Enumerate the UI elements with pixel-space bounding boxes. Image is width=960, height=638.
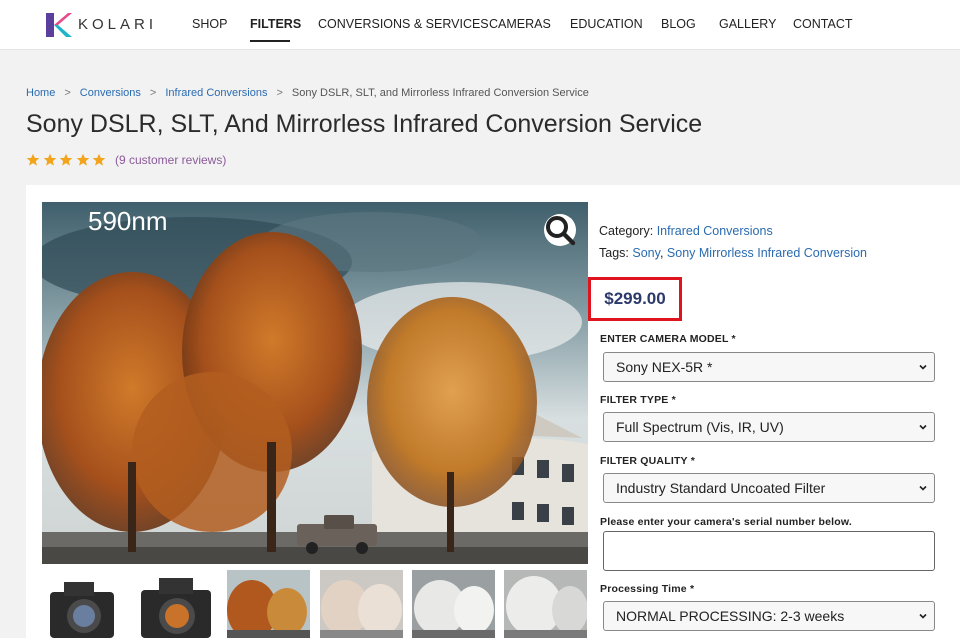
breadcrumb-home[interactable]: Home — [26, 87, 55, 99]
thumbnail[interactable] — [135, 570, 218, 638]
kolari-logo[interactable]: KOLARI — [44, 11, 153, 39]
serial-number-label: Please enter your camera's serial number… — [600, 516, 852, 528]
logo-text: KOLARI — [78, 16, 158, 33]
nav-active-indicator — [250, 40, 290, 42]
filter-type-value: Full Spectrum (Vis, IR, UV) — [616, 419, 784, 435]
thumbnail-strip — [42, 570, 588, 638]
breadcrumb: Home > Conversions > Infrared Conversions > So… — [26, 87, 589, 99]
page-title: Sony DSLR, SLT, And Mirrorless Infrared … — [26, 110, 703, 138]
image-wavelength-label: 590nm — [88, 206, 168, 236]
price-highlight: $299.00 — [588, 277, 682, 321]
tag-link-sony-mirrorless[interactable]: Sony Mirrorless Infrared Conversion — [667, 246, 867, 260]
infrared-thumbnail-image — [412, 570, 495, 638]
product-tags: Tags: Sony, Sony Mirrorless Infrared Con… — [599, 246, 867, 260]
site-header: KOLARI SHOP FILTERS CONVERSIONS & SERVIC… — [0, 0, 960, 50]
filter-type-label: FILTER TYPE * — [600, 394, 676, 406]
breadcrumb-current: Sony DSLR, SLT, and Mirrorless Infrared … — [291, 87, 589, 99]
thumbnail[interactable] — [412, 570, 495, 638]
processing-time-label: Processing Time * — [600, 583, 695, 595]
nav-cameras[interactable]: CAMERAS — [489, 17, 551, 31]
chevron-down-icon — [919, 424, 927, 430]
nav-filters[interactable]: FILTERS — [250, 17, 301, 31]
chevron-down-icon — [919, 485, 927, 491]
nav-shop[interactable]: SHOP — [192, 17, 227, 31]
category-link[interactable]: Infrared Conversions — [657, 224, 773, 238]
camera-model-select[interactable]: Sony NEX-5R * — [603, 352, 935, 382]
thumbnail[interactable] — [227, 570, 310, 638]
breadcrumb-infrared[interactable]: Infrared Conversions — [165, 87, 267, 99]
product-price: $299.00 — [604, 289, 666, 308]
processing-time-value: NORMAL PROCESSING: 2-3 weeks — [616, 608, 845, 624]
nav-education[interactable]: EDUCATION — [570, 17, 643, 31]
reviews-link[interactable]: (9 customer reviews) — [115, 153, 226, 167]
nav-contact[interactable]: CONTACT — [793, 17, 853, 31]
filter-quality-value: Industry Standard Uncoated Filter — [616, 480, 826, 496]
star-icon — [43, 153, 56, 166]
tags-label: Tags: — [599, 246, 629, 260]
breadcrumb-separator: > — [64, 87, 71, 99]
breadcrumb-conversions[interactable]: Conversions — [80, 87, 141, 99]
infrared-thumbnail-image — [504, 570, 587, 638]
infrared-thumbnail-image — [320, 570, 403, 638]
autumn-thumbnail-image — [227, 570, 310, 638]
chevron-down-icon — [919, 613, 927, 619]
breadcrumb-separator: > — [149, 87, 157, 99]
processing-time-select[interactable]: NORMAL PROCESSING: 2-3 weeks — [603, 601, 935, 631]
filter-quality-label: FILTER QUALITY * — [600, 455, 695, 467]
camera-model-value: Sony NEX-5R * — [616, 359, 713, 375]
camera-thumbnail-image — [135, 570, 218, 638]
tag-separator: , — [659, 246, 664, 260]
zoom-button[interactable] — [544, 214, 576, 246]
nav-conversions-services[interactable]: CONVERSIONS & SERVICES — [318, 17, 489, 31]
tag-link-sony[interactable]: Sony — [632, 246, 660, 260]
camera-model-label: ENTER CAMERA MODEL * — [600, 333, 736, 345]
breadcrumb-separator: > — [276, 87, 283, 99]
serial-number-input[interactable] — [603, 531, 935, 571]
thumbnail[interactable] — [42, 570, 125, 638]
magnifier-icon — [546, 216, 576, 246]
category-label: Category: — [599, 224, 654, 238]
star-icon — [76, 153, 90, 166]
star-icon — [93, 153, 106, 166]
product-category: Category: Infrared Conversions — [599, 224, 773, 238]
infrared-photo — [42, 202, 588, 564]
star-icon — [59, 153, 73, 166]
filter-quality-select[interactable]: Industry Standard Uncoated Filter — [603, 473, 935, 503]
camera-thumbnail-image — [42, 570, 125, 638]
product-main-image[interactable]: 590nm — [42, 202, 588, 564]
nav-gallery[interactable]: GALLERY — [719, 17, 776, 31]
thumbnail[interactable] — [504, 570, 587, 638]
nav-blog[interactable]: BLOG — [661, 17, 696, 31]
star-rating: (9 customer reviews) — [26, 152, 226, 168]
star-icon — [26, 153, 40, 166]
thumbnail[interactable] — [320, 570, 403, 638]
chevron-down-icon — [919, 364, 927, 370]
filter-type-select[interactable]: Full Spectrum (Vis, IR, UV) — [603, 412, 935, 442]
logo-mark-icon — [46, 13, 72, 37]
